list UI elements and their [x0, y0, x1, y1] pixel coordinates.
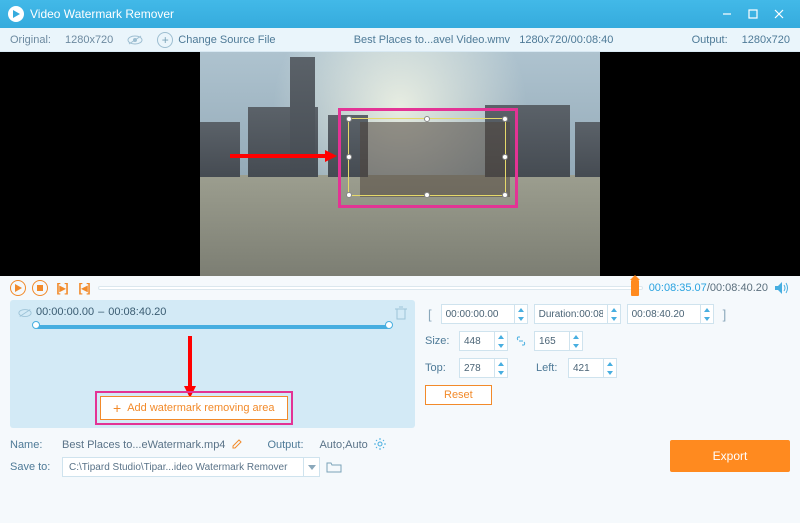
bracket-end-button[interactable]: [◂] — [76, 280, 92, 296]
bracket-close-icon[interactable]: ] — [720, 307, 730, 322]
save-path-select[interactable]: C:\Tipard Studio\Tipar...ideo Watermark … — [62, 457, 320, 477]
segment-slider[interactable] — [36, 323, 389, 331]
output-filename: Best Places to...eWatermark.mp4 — [62, 439, 225, 451]
name-label: Name: — [10, 439, 56, 451]
open-folder-icon[interactable] — [326, 461, 342, 473]
minimize-button[interactable] — [714, 4, 740, 24]
left-label: Left: — [536, 362, 562, 374]
output-format-label: Output: — [267, 439, 313, 451]
top-input[interactable] — [459, 358, 508, 378]
stop-button[interactable] — [32, 280, 48, 296]
segment-visibility-icon[interactable] — [18, 308, 32, 321]
play-button[interactable] — [10, 280, 26, 296]
width-input[interactable] — [459, 331, 508, 351]
original-resolution: 1280x720 — [65, 34, 113, 46]
playback-bar: [▸] [◂] 00:08:35.07/00:08:40.20 — [0, 276, 800, 300]
segment-row[interactable]: 00:00:00.00 – 00:08:40.20 — [36, 306, 407, 318]
time-display: 00:08:35.07/00:08:40.20 — [649, 282, 768, 294]
height-input[interactable] — [534, 331, 583, 351]
seek-slider[interactable] — [98, 281, 643, 295]
annotation-highlight — [95, 391, 293, 425]
segments-panel: 00:00:00.00 – 00:08:40.20 + Add watermar… — [10, 300, 415, 428]
footer: Name: Best Places to...eWatermark.mp4 Ou… — [0, 428, 800, 478]
output-format-value: Auto;Auto — [319, 439, 367, 451]
volume-icon[interactable] — [774, 280, 790, 296]
duration-input[interactable] — [534, 304, 621, 324]
output-resolution: 1280x720 — [742, 34, 790, 46]
save-to-label: Save to: — [10, 461, 56, 473]
range-end-input[interactable] — [627, 304, 714, 324]
app-logo-icon — [8, 6, 24, 22]
title-bar: Video Watermark Remover — [0, 0, 800, 28]
app-title: Video Watermark Remover — [30, 7, 174, 21]
properties-panel: [ ] Size: Top: Left: Reset — [425, 300, 790, 428]
seek-handle[interactable] — [631, 280, 639, 296]
info-bar: Original: 1280x720 + Change Source File … — [0, 28, 800, 52]
watermark-selection[interactable] — [348, 118, 506, 196]
change-source-label: Change Source File — [178, 34, 275, 46]
top-label: Top: — [425, 362, 453, 374]
output-settings-icon[interactable] — [374, 438, 386, 453]
size-label: Size: — [425, 335, 453, 347]
video-preview[interactable] — [0, 52, 800, 276]
reset-button[interactable]: Reset — [425, 385, 492, 405]
bracket-open-icon[interactable]: [ — [425, 307, 435, 322]
chevron-down-icon[interactable] — [303, 458, 319, 476]
original-label: Original: — [10, 34, 51, 46]
aspect-lock-icon[interactable] — [514, 334, 528, 348]
change-source-button[interactable]: + Change Source File — [157, 32, 275, 48]
close-button[interactable] — [766, 4, 792, 24]
export-button[interactable]: Export — [670, 440, 790, 472]
bracket-start-button[interactable]: [▸] — [54, 280, 70, 296]
plus-icon: + — [157, 32, 173, 48]
rename-icon[interactable] — [231, 438, 243, 453]
maximize-button[interactable] — [740, 4, 766, 24]
output-label: Output: — [692, 34, 728, 46]
range-start-input[interactable] — [441, 304, 528, 324]
left-input[interactable] — [568, 358, 617, 378]
preview-toggle-icon[interactable] — [127, 35, 143, 45]
delete-segment-icon[interactable] — [395, 306, 407, 323]
file-meta: Best Places to...avel Video.wmv 1280x720… — [290, 34, 678, 46]
